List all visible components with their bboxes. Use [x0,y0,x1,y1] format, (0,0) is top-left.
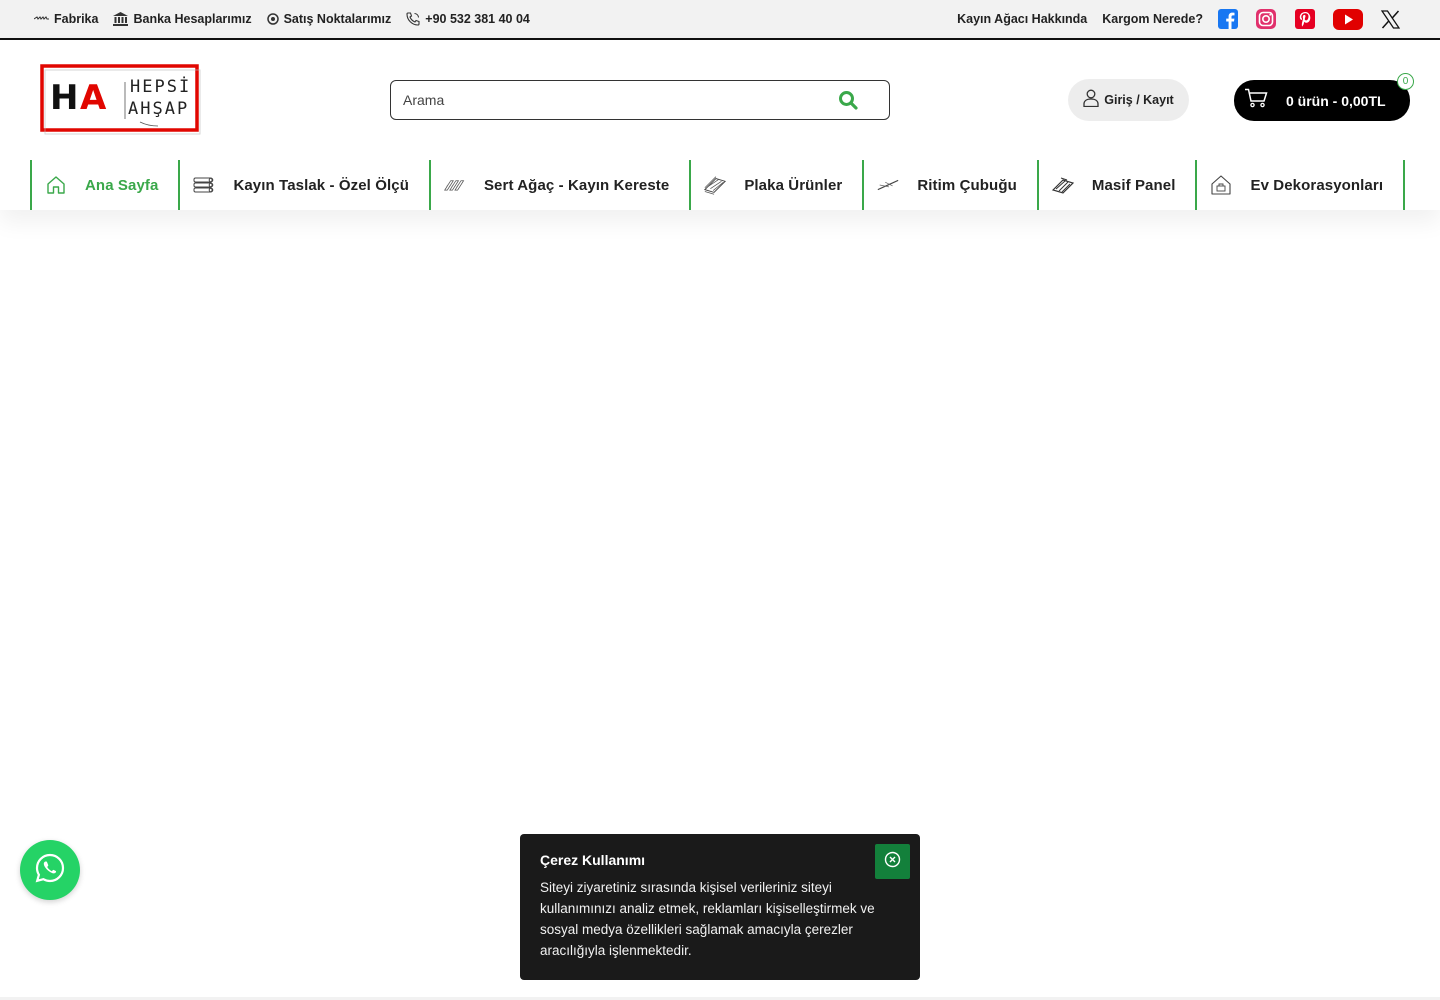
cookie-text: Siteyi ziyaretiniz sırasında kişisel ver… [540,880,875,958]
cookie-title: Çerez Kullanımı [540,852,646,868]
nav-label: Plaka Ürünler [744,176,843,194]
panel-icon [1051,173,1075,197]
nav-item-sert-agac[interactable]: Sert Ağaç - Kayın Kereste [428,160,689,210]
login-label: Giriş / Kayıt [1104,93,1174,107]
saw-icon [34,15,49,23]
lumber-stack-icon [192,173,216,197]
nav-item-ev-dekorasyonlari[interactable]: Ev Dekorasyonları [1195,160,1406,210]
planks-icon [443,173,467,197]
cookie-notice: Çerez Kullanımı Siteyi ziyaretiniz sıras… [520,834,920,980]
site-header: H A HEPSİ AHŞAP Giriş / Kayıt 0 ürün - 0… [0,40,1440,210]
cart-button[interactable]: 0 ürün - 0,00TL [1234,80,1410,121]
cart-count-badge: 0 [1397,73,1414,90]
whatsapp-icon [34,852,66,889]
cart-icon [1244,88,1268,113]
stick-icon [876,173,900,197]
nav-item-kayin-taslak[interactable]: Kayın Taslak - Özel Ölçü [178,160,429,210]
topbar-link-label: Satış Noktalarımız [283,12,392,26]
search-icon[interactable] [837,89,859,111]
topbar-link-label: +90 532 381 40 04 [425,12,530,26]
nav-label: Kayın Taslak - Özel Ölçü [233,176,409,194]
close-icon [884,851,901,873]
topbar-right: Kayın Ağacı Hakkında Kargom Nerede? [957,0,1400,38]
house-decor-icon [1209,173,1233,197]
board-icon [703,173,727,197]
search-input[interactable] [391,82,811,118]
user-icon [1083,89,1099,112]
nav-label: Sert Ağaç - Kayın Kereste [483,176,670,194]
svg-text:A: A [80,78,107,118]
instagram-icon[interactable] [1255,8,1277,30]
topbar-link-fabrika[interactable]: Fabrika [34,12,98,26]
topbar-left-links: Fabrika Banka Hesaplarımız Satış Noktala… [34,0,530,38]
top-bar: Fabrika Banka Hesaplarımız Satış Noktala… [0,0,1440,40]
login-register-button[interactable]: Giriş / Kayıt [1068,79,1189,121]
home-icon [44,173,68,197]
nav-label: Ev Dekorasyonları [1250,176,1384,194]
nav-item-plaka[interactable]: Plaka Ürünler [689,160,862,210]
topbar-link-banka[interactable]: Banka Hesaplarımız [113,12,252,26]
youtube-icon[interactable] [1333,8,1363,30]
pinterest-icon[interactable] [1294,8,1316,30]
logo-line2: AHŞAP [128,99,189,119]
nav-item-masif-panel[interactable]: Masif Panel [1036,160,1196,210]
search-box [390,80,890,120]
nav-item-ana-sayfa[interactable]: Ana Sayfa [30,160,178,210]
topbar-link-phone[interactable]: +90 532 381 40 04 [406,12,530,26]
cart-label: 0 ürün - 0,00TL [1286,92,1386,109]
topbar-link-label: Banka Hesaplarımız [133,12,252,26]
whatsapp-button[interactable] [20,840,80,900]
svg-text:H: H [50,78,78,118]
x-icon[interactable] [1381,9,1400,29]
facebook-icon[interactable] [1218,9,1238,29]
bank-icon [113,12,129,26]
link-kayin-agaci[interactable]: Kayın Ağacı Hakkında [957,12,1087,26]
nav-item-ritim-cubugu[interactable]: Ritim Çubuğu [862,160,1037,210]
main-nav: Ana Sayfa Kayın Taslak - Özel Ölçü Sert … [30,160,1406,210]
topbar-link-label: Fabrika [54,12,99,26]
phone-icon [406,12,420,26]
location-dot-icon [266,13,279,25]
logo-line1: HEPSİ [130,76,191,97]
topbar-link-satis[interactable]: Satış Noktalarımız [266,12,392,26]
nav-label: Ana Sayfa [85,176,159,194]
nav-label: Ritim Çubuğu [917,176,1017,194]
link-kargom-nerede[interactable]: Kargom Nerede? [1102,12,1203,26]
site-logo[interactable]: H A HEPSİ AHŞAP [40,64,202,138]
nav-label: Masif Panel [1091,176,1176,194]
cookie-close-button[interactable] [875,844,910,879]
